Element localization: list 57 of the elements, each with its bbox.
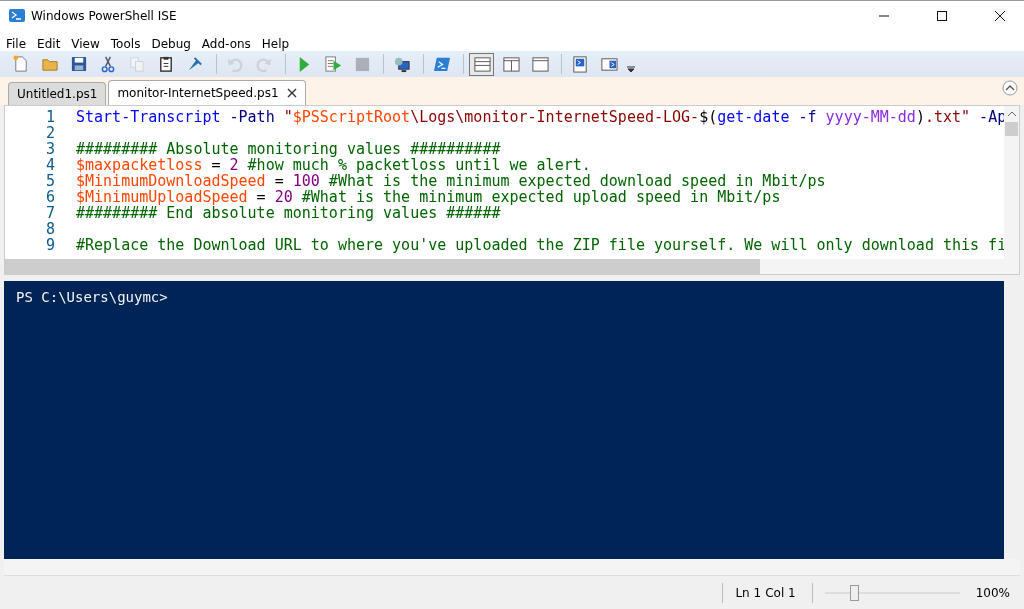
code-line: $MinimumUploadSpeed = 20 #What is the minimum expected upload speed in Mbit/ps [76,189,781,205]
undo-icon [225,55,244,73]
code-line: ######### End absolute monitoring values ###### [76,205,501,221]
save-icon [69,55,88,73]
menu-item[interactable]: Edit [37,37,61,51]
collapse-icon[interactable] [1002,80,1018,96]
column-indicator: Col 1 [765,585,796,600]
new-file-icon [11,55,30,73]
zoom-slider[interactable] [824,584,960,601]
close-icon[interactable] [994,10,1006,22]
redo-icon [254,55,273,73]
menu-item[interactable]: Help [261,37,290,51]
menu-item[interactable]: Tools [110,37,141,51]
maximize-icon[interactable] [936,10,948,22]
pane-right-icon [501,55,520,73]
overflow-icon[interactable] [627,65,635,73]
console-prompt: PS C:\Users\guymc> [16,289,168,305]
window-title: Windows PowerShell ISE [31,9,177,23]
menu-item[interactable]: File [6,37,27,51]
line-number: 5 [44,173,55,189]
menu-item[interactable]: Add-ons [201,37,251,51]
run-selection-icon [323,55,342,73]
toolbar-button[interactable] [469,52,494,76]
copy-icon [127,55,146,73]
file-tab[interactable]: monitor-InternetSpeed.ps1 [108,80,306,105]
scroll-thumb[interactable] [5,259,760,274]
code-line: ######### Absolute monitoring values ########## [76,141,501,157]
remote-computer-icon [392,55,411,73]
file-tab[interactable]: Untitled1.ps1 [8,82,107,105]
close-icon[interactable] [286,88,297,98]
line-number: 4 [44,157,55,173]
powershell-icon [432,55,451,73]
menu-item[interactable]: Debug [151,37,191,51]
code-line: $MinimumDownloadSpeed = 100 #What is the minimum expected download speed in Mbit/ps [76,173,826,189]
console-pane[interactable]: PS C:\Users\guymc> [4,281,1004,559]
line-number: 9 [44,237,55,253]
app-icon [9,8,25,24]
vertical-scrollbar[interactable] [1004,106,1019,259]
horizontal-scrollbar[interactable] [5,259,1019,274]
line-number: 8 [44,221,55,237]
scroll-thumb[interactable] [1005,122,1018,136]
slider-thumb[interactable] [850,584,860,601]
line-number: 3 [44,141,55,157]
line-number: 1 [44,109,55,125]
addon-pane-icon [599,55,618,73]
command-pane-icon [570,55,589,73]
line-number: 2 [44,125,55,141]
menu-item[interactable]: View [71,37,100,51]
horizontal-scrollbar[interactable] [4,559,1020,576]
scroll-up-icon[interactable] [1006,111,1017,117]
code-line: $maxpacketloss = 2 #how much % packetloss until we alert. [76,157,591,173]
pane-maximized-icon [530,55,549,73]
line-number: 6 [44,189,55,205]
line-indicator: Ln 1 [735,585,762,600]
pane-top-icon [472,55,491,73]
zoom-level: 100% [975,585,1010,600]
line-number: 7 [44,205,55,221]
